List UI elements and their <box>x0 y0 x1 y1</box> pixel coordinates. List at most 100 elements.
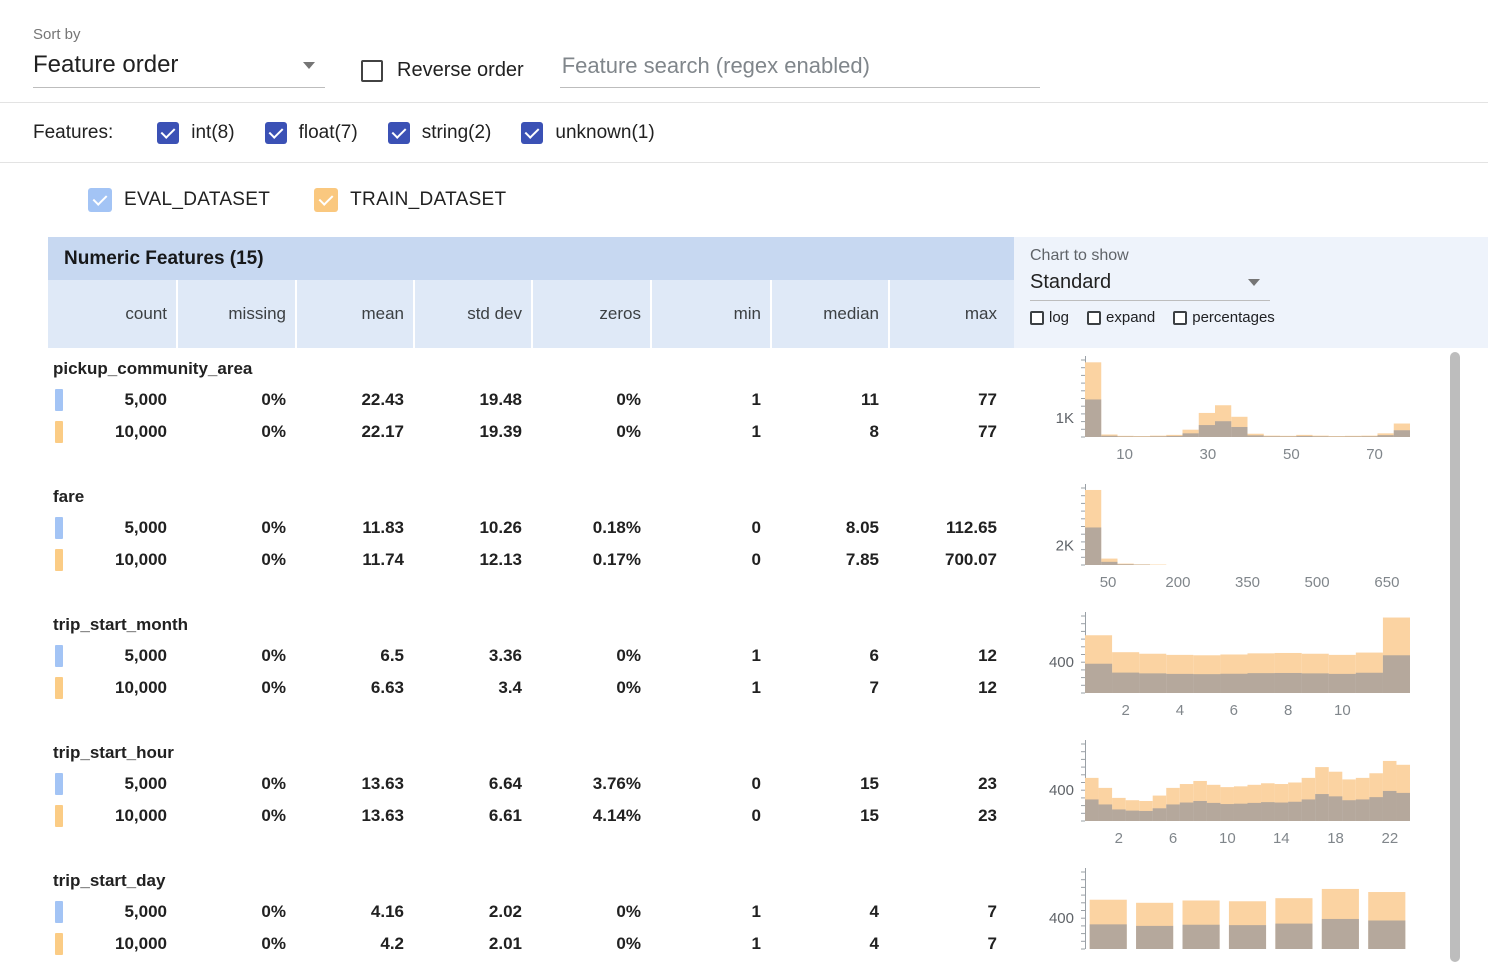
feature-name: pickup_community_area <box>48 354 1014 384</box>
reverse-order-checkbox[interactable]: Reverse order <box>361 59 524 82</box>
feature-type-filter[interactable]: float(7) <box>265 122 358 144</box>
stat-text: 13.63 <box>361 806 404 826</box>
stat-text: 0 <box>752 806 761 826</box>
checkbox-checked-icon <box>265 122 287 144</box>
stat-value: 0.17% <box>531 544 650 576</box>
stat-text: 23 <box>978 806 997 826</box>
stat-value: 0% <box>176 768 295 800</box>
stat-value: 6.63 <box>295 672 413 704</box>
feature-search-input[interactable] <box>560 49 1040 88</box>
stat-text: 19.39 <box>479 422 522 442</box>
svg-text:30: 30 <box>1200 446 1217 463</box>
stat-value: 1 <box>650 896 770 928</box>
stat-value: 7 <box>888 896 1006 928</box>
stat-value: 0% <box>176 512 295 544</box>
stat-value: 0% <box>176 640 295 672</box>
stats-row-eval: 5,0000%13.636.643.76%01523 <box>48 768 1014 800</box>
chart-option-toggles: log expand percentages <box>1030 309 1488 326</box>
svg-text:4: 4 <box>1176 702 1184 719</box>
stat-text: 10,000 <box>115 678 167 698</box>
stat-value: 3.36 <box>413 640 531 672</box>
chart-toggle-percentages[interactable]: percentages <box>1173 309 1275 326</box>
checkbox-checked-icon <box>314 188 338 212</box>
stat-text: 77 <box>978 422 997 442</box>
stat-text: 0% <box>261 678 286 698</box>
stat-text: 1 <box>752 390 761 410</box>
stat-value: 6.5 <box>295 640 413 672</box>
svg-text:350: 350 <box>1235 574 1260 591</box>
feature-block: trip_start_month5,0000%6.53.360%161210,0… <box>48 604 1488 732</box>
stat-value: 22.17 <box>295 416 413 448</box>
stat-text: 15 <box>860 774 879 794</box>
dataset-marker-train <box>55 805 63 827</box>
stat-value: 112.65 <box>888 512 1006 544</box>
feature-block: pickup_community_area5,0000%22.4319.480%… <box>48 348 1488 476</box>
feature-type-filter[interactable]: unknown(1) <box>521 122 654 144</box>
chart-type-select[interactable]: Standard <box>1030 271 1270 301</box>
stat-text: 4.16 <box>371 902 404 922</box>
stat-text: 12 <box>978 646 997 666</box>
stat-text: 10.26 <box>479 518 522 538</box>
stat-value: 12.13 <box>413 544 531 576</box>
stat-text: 6.61 <box>489 806 522 826</box>
checkbox-checked-icon <box>88 188 112 212</box>
stat-text: 2.01 <box>489 934 522 954</box>
svg-text:10: 10 <box>1334 702 1351 719</box>
stat-value: 2.01 <box>413 928 531 960</box>
dataset-label: EVAL_DATASET <box>124 189 270 211</box>
column-header-row: countmissingmeanstd devzerosminmedianmax <box>48 280 1014 348</box>
stat-value: 0% <box>176 800 295 832</box>
stat-text: 6 <box>870 646 879 666</box>
stat-text: 12 <box>978 678 997 698</box>
stat-text: 8.05 <box>846 518 879 538</box>
column-header-max: max <box>888 280 1006 348</box>
vertical-scrollbar[interactable] <box>1450 352 1460 962</box>
toggle-label: percentages <box>1192 309 1275 326</box>
svg-text:650: 650 <box>1374 574 1399 591</box>
stats-row-train: 10,0000%11.7412.130.17%07.85700.07 <box>48 544 1014 576</box>
svg-text:6: 6 <box>1169 830 1177 847</box>
stat-text: 10,000 <box>115 550 167 570</box>
dataset-checkbox-train[interactable]: TRAIN_DATASET <box>314 188 506 212</box>
checkbox-unchecked-icon <box>1087 311 1101 325</box>
stat-text: 0% <box>616 422 641 442</box>
sort-by-select[interactable]: Feature order <box>33 51 325 88</box>
stat-value: 1 <box>650 672 770 704</box>
stat-value: 6.61 <box>413 800 531 832</box>
stat-value: 5,000 <box>48 896 176 928</box>
dataset-legend-row: EVAL_DATASET TRAIN_DATASET <box>0 163 1488 237</box>
stat-text: 23 <box>978 774 997 794</box>
stat-value: 1 <box>650 384 770 416</box>
stat-value: 3.4 <box>413 672 531 704</box>
feature-type-filter[interactable]: string(2) <box>388 122 492 144</box>
stat-text: 19.48 <box>479 390 522 410</box>
dataset-checkbox-eval[interactable]: EVAL_DATASET <box>88 188 270 212</box>
chart-toggle-log[interactable]: log <box>1030 309 1069 326</box>
stat-text: 7 <box>988 934 997 954</box>
stat-value: 10,000 <box>48 928 176 960</box>
stat-value: 13.63 <box>295 800 413 832</box>
stat-text: 4 <box>870 902 879 922</box>
dataset-label: TRAIN_DATASET <box>350 189 506 211</box>
stat-text: 0.18% <box>593 518 641 538</box>
dataset-marker-eval <box>55 389 63 411</box>
stat-text: 0% <box>261 646 286 666</box>
stat-text: 0% <box>261 422 286 442</box>
stats-row-eval: 5,0000%11.8310.260.18%08.05112.65 <box>48 512 1014 544</box>
stat-value: 1 <box>650 640 770 672</box>
stat-text: 0% <box>261 550 286 570</box>
chart-toggle-expand[interactable]: expand <box>1087 309 1155 326</box>
stat-text: 5,000 <box>124 646 167 666</box>
stat-value: 7.85 <box>770 544 888 576</box>
stats-row-eval: 5,0000%22.4319.480%11177 <box>48 384 1014 416</box>
stat-text: 7.85 <box>846 550 879 570</box>
column-header-std-dev: std dev <box>413 280 531 348</box>
dataset-marker-train <box>55 933 63 955</box>
stat-text: 15 <box>860 806 879 826</box>
stat-value: 2.02 <box>413 896 531 928</box>
stat-value: 5,000 <box>48 640 176 672</box>
table-header-left: Numeric Features (15) countmissingmeanst… <box>48 237 1014 348</box>
feature-type-filter[interactable]: int(8) <box>157 122 234 144</box>
stat-value: 12 <box>888 672 1006 704</box>
stat-text: 0% <box>616 646 641 666</box>
